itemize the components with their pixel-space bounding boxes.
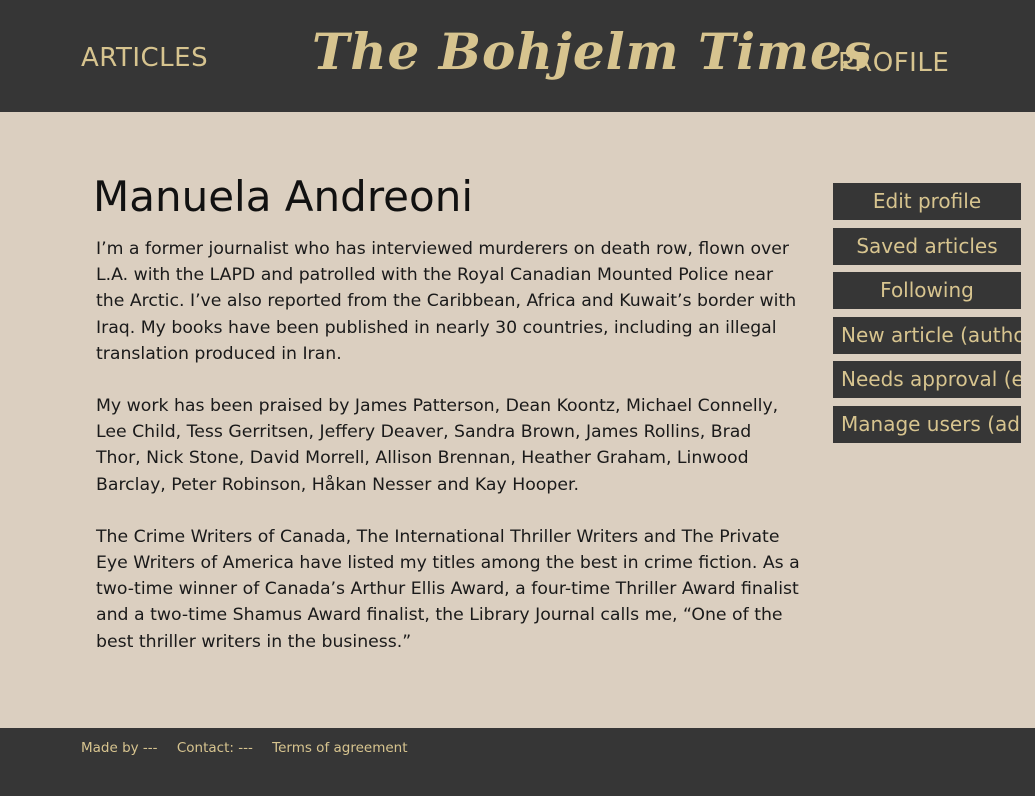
following-button[interactable]: Following: [833, 272, 1021, 309]
nav-articles-link[interactable]: ARTICLES: [81, 43, 208, 73]
site-title-logo[interactable]: The Bohjelm Times: [312, 22, 872, 81]
author-bio: I’m a former journalist who has intervie…: [96, 236, 801, 681]
footer-made-by: Made by ---: [81, 740, 158, 756]
manage-users-button[interactable]: Manage users (admin): [833, 405, 1021, 443]
author-name-heading: Manuela Andreoni: [93, 172, 473, 221]
edit-profile-button[interactable]: Edit profile: [833, 183, 1021, 220]
bio-paragraph: I’m a former journalist who has intervie…: [96, 239, 797, 364]
needs-approval-button[interactable]: Needs approval (editor): [833, 361, 1021, 398]
footer-terms-link[interactable]: Terms of agreement: [272, 740, 407, 756]
profile-side-menu: Edit profile Saved articles Following Ne…: [833, 183, 1021, 450]
footer-links: Made by --- Contact: --- Terms of agreem…: [81, 740, 423, 756]
footer-contact-link[interactable]: Contact: ---: [177, 740, 253, 756]
new-article-button[interactable]: New article (author): [833, 316, 1021, 354]
saved-articles-button[interactable]: Saved articles: [833, 227, 1021, 265]
nav-profile-link[interactable]: PROFILE: [838, 48, 949, 78]
profile-page-content: Manuela Andreoni I’m a former journalist…: [0, 112, 1035, 728]
top-navigation-bar: ARTICLES The Bohjelm Times PROFILE: [0, 0, 1035, 112]
bio-paragraph: My work has been praised by James Patter…: [96, 396, 779, 495]
bio-paragraph: The Crime Writers of Canada, The Interna…: [96, 526, 800, 652]
page-footer: Made by --- Contact: --- Terms of agreem…: [0, 728, 1035, 796]
